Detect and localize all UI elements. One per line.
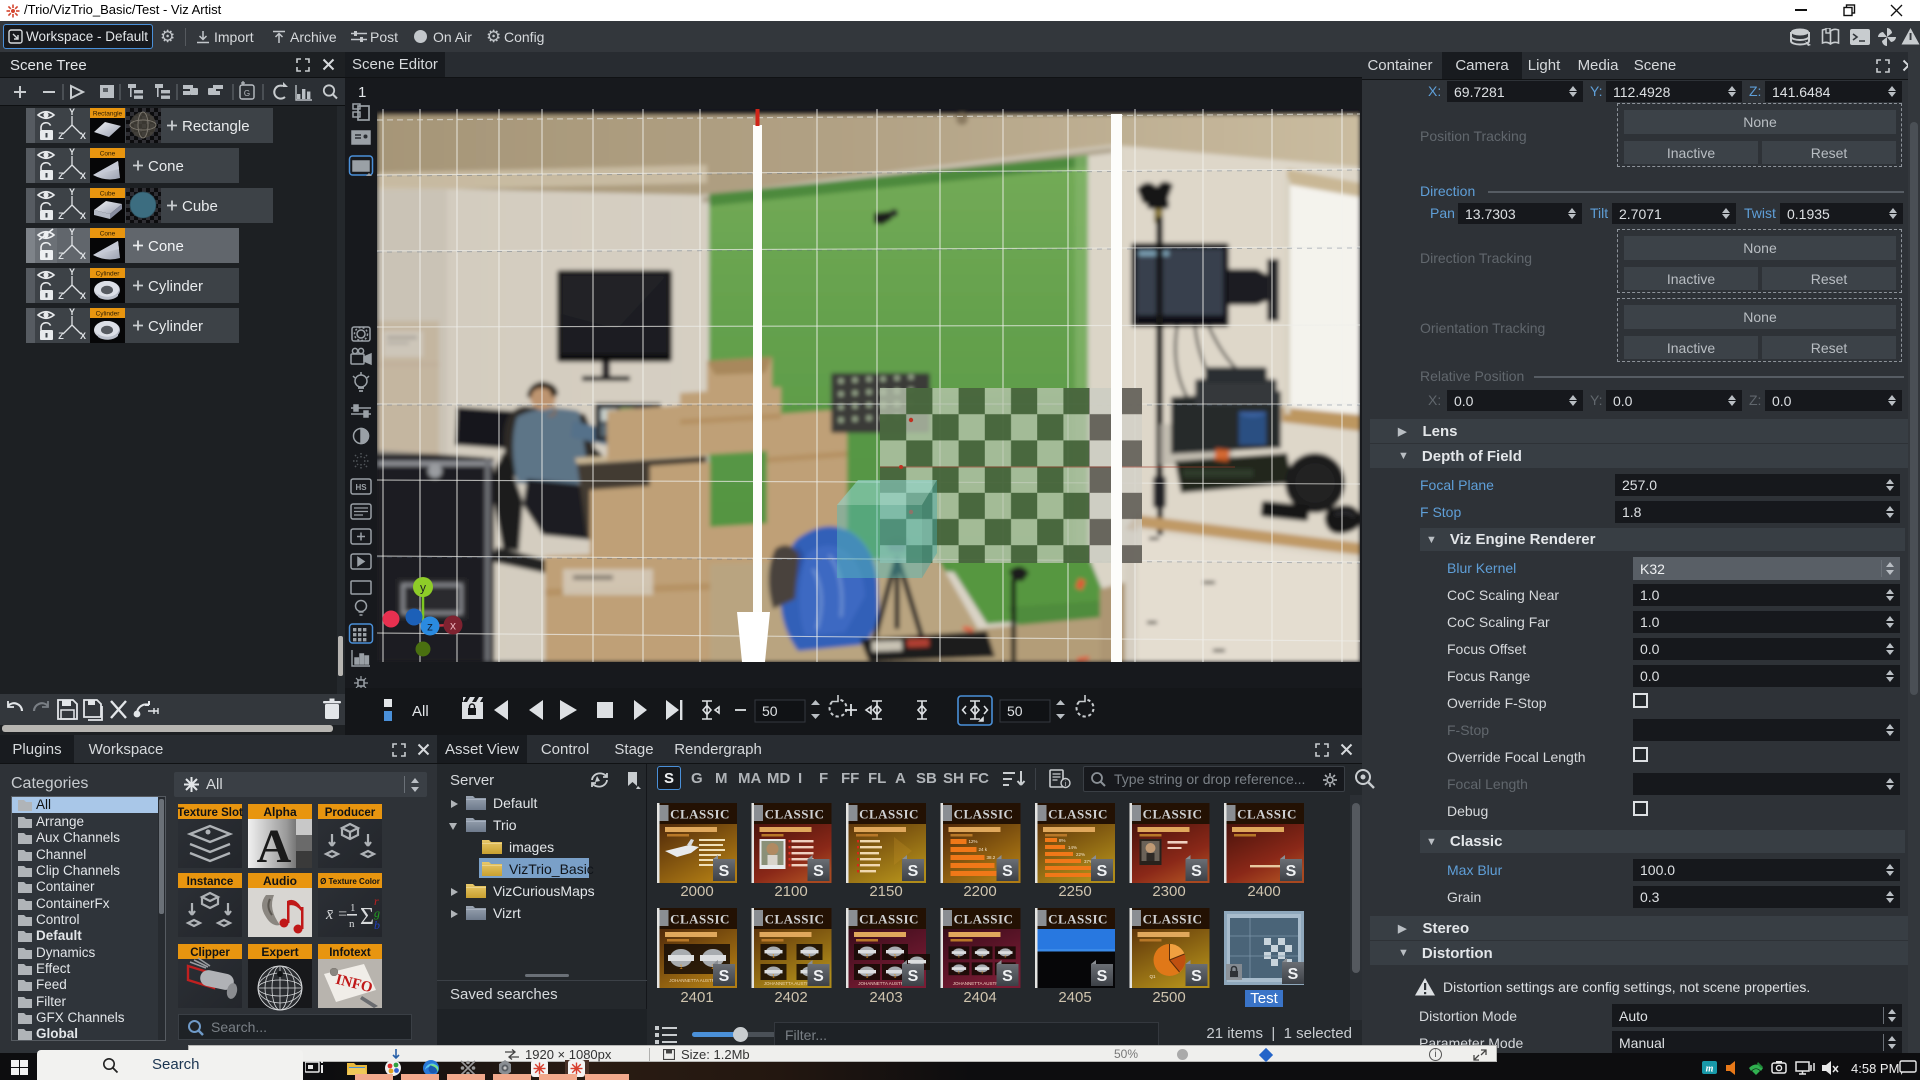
svg-text:Texture Slot: Texture Slot [178,807,243,819]
svg-text:Trio: Trio [493,817,517,833]
svg-text:2404: 2404 [963,989,996,1006]
svg-text:Cube: Cube [182,198,218,215]
svg-text:Cylinder: Cylinder [96,311,121,318]
svg-text:2250: 2250 [1058,883,1091,900]
svg-text:2403: 2403 [869,989,902,1006]
svg-text:Alpha: Alpha [263,805,297,819]
svg-text:38.2: 38.2 [987,855,996,860]
svg-text:Ø Texture Color: Ø Texture Color [320,877,380,886]
svg-text:All: All [412,703,429,720]
svg-text:n: n [349,918,355,930]
svg-text:Default: Default [493,795,537,811]
svg-text:2200: 2200 [963,883,996,900]
svg-text:Producer: Producer [325,807,376,819]
svg-text:Test: Test [1250,990,1278,1007]
svg-text:12%: 12% [969,839,978,844]
svg-text:Σ: Σ [360,904,374,930]
svg-text:b: b [374,918,380,932]
svg-text:24 k: 24 k [979,847,988,852]
svg-text:Q1: Q1 [1150,974,1157,979]
svg-text:22%: 22% [1076,852,1085,857]
svg-text:Clipper: Clipper [190,947,230,959]
svg-text:2300: 2300 [1152,883,1185,900]
svg-text:Cylinder: Cylinder [148,278,203,295]
svg-text:2150: 2150 [869,883,902,900]
svg-text:Cylinder: Cylinder [96,271,121,278]
svg-text:2100: 2100 [774,883,807,900]
svg-text:8%: 8% [1059,838,1066,843]
svg-text:2500: 2500 [1152,989,1185,1006]
svg-text:2405: 2405 [1058,989,1091,1006]
svg-text:Rectangle: Rectangle [93,111,123,118]
svg-text:A: A [257,820,292,873]
svg-text:Rectangle: Rectangle [182,118,250,135]
svg-text:x: x [450,619,456,633]
svg-text:Infotext: Infotext [329,947,371,959]
svg-text:2000: 2000 [680,883,713,900]
svg-text:images: images [509,839,554,855]
svg-text:1: 1 [350,902,356,914]
svg-text:x̄ =: x̄ = [325,906,348,923]
svg-text:2401: 2401 [680,989,713,1006]
svg-text:z: z [427,620,433,634]
svg-text:G: G [244,89,250,98]
svg-text:Cylinder: Cylinder [148,318,203,335]
svg-text:50: 50 [762,703,778,719]
svg-text:50: 50 [1007,703,1023,719]
svg-text:m: m [1706,1064,1714,1075]
svg-text:Cone: Cone [148,158,184,175]
svg-text:Cube: Cube [100,191,116,198]
svg-text:Cone: Cone [148,238,184,255]
svg-text:Cone: Cone [100,151,116,158]
svg-text:Cone: Cone [100,231,116,238]
svg-text:14%: 14% [1068,845,1077,850]
svg-text:Expert: Expert [261,945,298,959]
svg-text:VizTrio_Basic: VizTrio_Basic [509,861,594,877]
svg-text:y: y [420,581,426,595]
svg-text:Vizrt: Vizrt [493,905,521,921]
svg-text:Audio: Audio [263,874,297,888]
svg-text:Instance: Instance [187,876,234,888]
svg-text:VizCuriousMaps: VizCuriousMaps [493,883,595,899]
svg-text:HS: HS [355,483,367,492]
svg-text:2402: 2402 [774,989,807,1006]
svg-text:2400: 2400 [1247,883,1280,900]
